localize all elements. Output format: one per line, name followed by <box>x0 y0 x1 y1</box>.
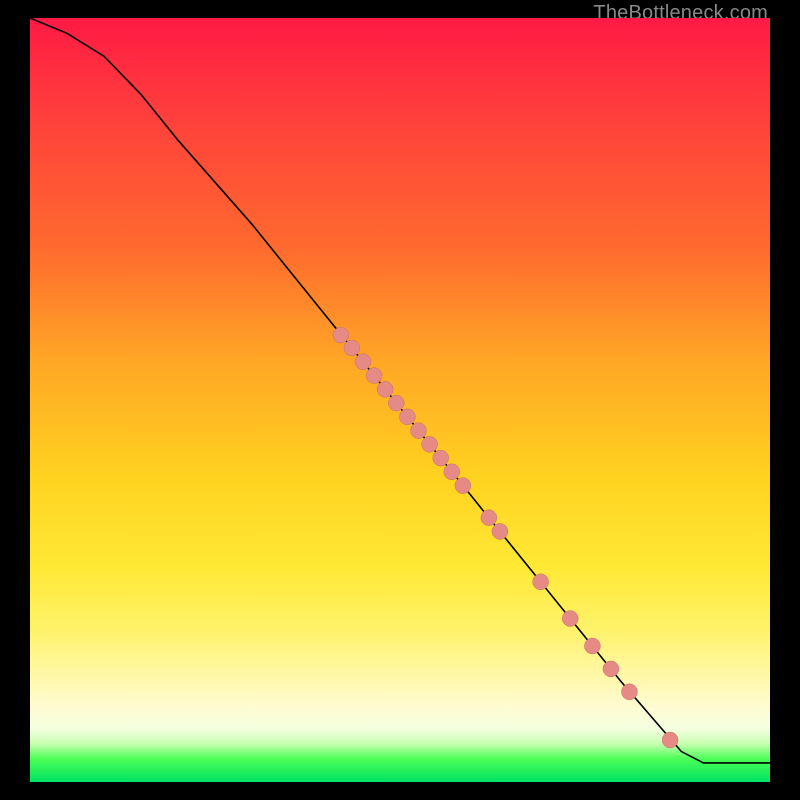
chart-frame: TheBottleneck.com <box>0 0 800 800</box>
scatter-dot <box>603 661 619 677</box>
scatter-dot <box>411 423 427 439</box>
scatter-dot <box>444 464 460 480</box>
scatter-dot <box>333 327 349 343</box>
curve-line <box>30 18 770 763</box>
scatter-dot <box>399 409 415 425</box>
scatter-dot <box>433 450 449 466</box>
scatter-dot <box>481 510 497 526</box>
scatter-dot <box>533 574 549 590</box>
scatter-dot <box>377 381 393 397</box>
scatter-dot <box>344 340 360 356</box>
scatter-dot <box>455 478 471 494</box>
chart-svg <box>30 18 770 782</box>
scatter-dot <box>662 732 678 748</box>
scatter-dot <box>584 638 600 654</box>
scatter-dot <box>388 395 404 411</box>
scatter-dot <box>562 611 578 627</box>
scatter-dot <box>621 684 637 700</box>
plot-area <box>30 18 770 782</box>
scatter-dot <box>422 436 438 452</box>
scatter-dot <box>355 354 371 370</box>
scatter-dot <box>492 523 508 539</box>
scatter-dot <box>366 368 382 384</box>
